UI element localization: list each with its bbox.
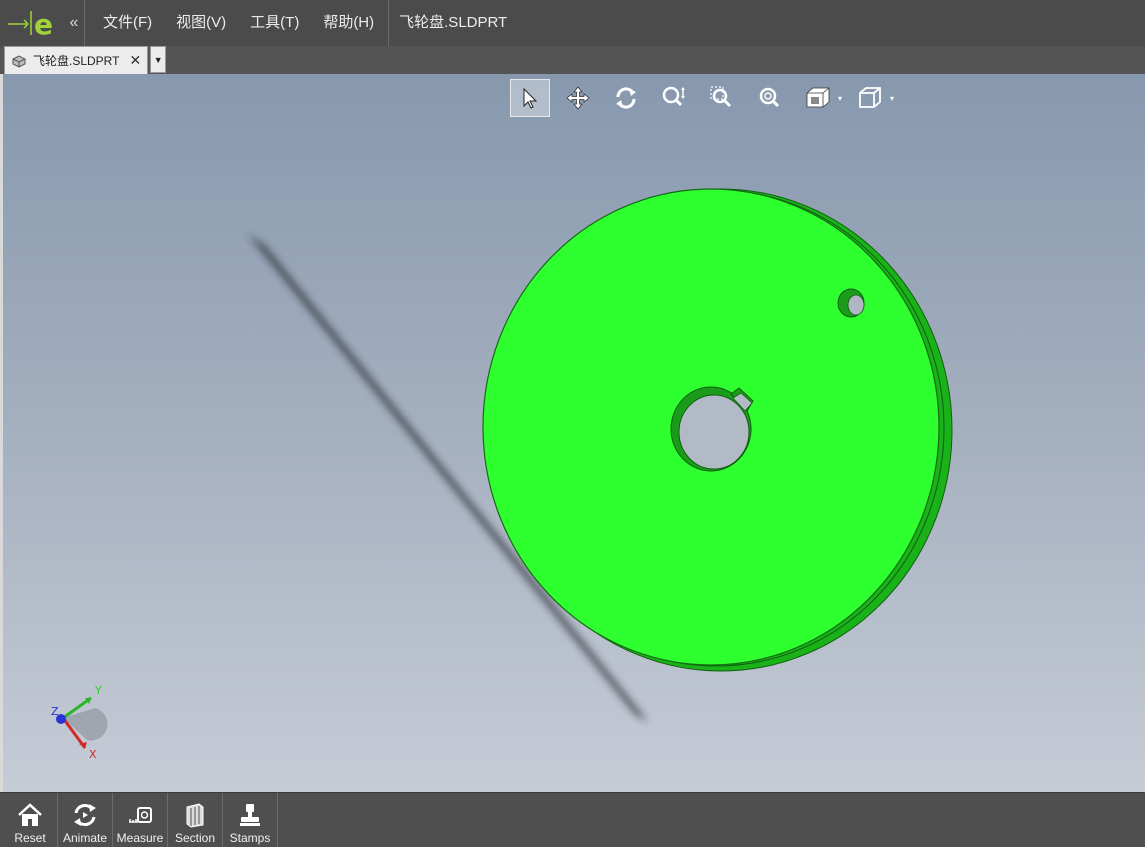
reset-button[interactable]: Reset — [3, 793, 58, 847]
edrawings-window: e « 文件(F) 视图(V) 工具(T) 帮助(H) 飞轮盘.SLDPRT 飞… — [0, 0, 1145, 847]
zoom-tool-button[interactable] — [654, 79, 694, 117]
reset-label: Reset — [14, 831, 46, 845]
tab-close-icon[interactable]: ✕ — [129, 52, 141, 69]
measure-button[interactable]: Measure — [113, 793, 168, 847]
zoom-fit-tool-button[interactable] — [750, 79, 790, 117]
section-icon — [186, 803, 204, 828]
section-label: Section — [174, 831, 216, 845]
tab-document[interactable]: 飞轮盘.SLDPRT ✕ — [4, 46, 149, 74]
view-orientation-dropdown[interactable]: ▾ — [838, 94, 842, 103]
select-tool-button[interactable] — [510, 79, 550, 117]
view-toolbar: ▾ ▾ — [510, 78, 902, 118]
triad-x-label: X — [89, 748, 97, 761]
pan-icon — [566, 86, 590, 110]
display-style-dropdown[interactable]: ▾ — [890, 94, 894, 103]
bottom-toolbar: Reset Animate Measure Section Stamps — [0, 792, 1145, 847]
edrawings-logo-icon: e — [8, 8, 53, 39]
stamps-button[interactable]: Stamps — [223, 793, 278, 847]
menu-divider — [388, 0, 390, 46]
stamps-label: Stamps — [229, 831, 271, 845]
app-logo[interactable]: e — [0, 0, 64, 46]
display-style-button[interactable] — [850, 79, 890, 117]
document-title: 飞轮盘.SLDPRT — [399, 14, 508, 31]
zoom-window-icon — [710, 86, 732, 108]
menu-help[interactable]: 帮助(H) — [311, 0, 386, 46]
stamps-icon — [240, 804, 260, 826]
orientation-triad: Y Z X — [51, 684, 108, 761]
view-orientation-button[interactable] — [798, 79, 838, 117]
tab-list-dropdown[interactable]: ▼ — [150, 46, 167, 73]
3d-viewport[interactable]: ▾ ▾ Y Z X — [3, 74, 1145, 792]
menu-view[interactable]: 视图(V) — [164, 0, 238, 46]
menu-tools[interactable]: 工具(T) — [238, 0, 311, 46]
animate-button[interactable]: Animate — [58, 793, 113, 847]
home-icon — [18, 803, 42, 826]
rotate-tool-button[interactable] — [606, 79, 646, 117]
menubar: e « 文件(F) 视图(V) 工具(T) 帮助(H) 飞轮盘.SLDPRT — [0, 0, 1145, 47]
animate-icon — [74, 804, 96, 826]
pan-tool-button[interactable] — [558, 79, 598, 117]
display-style-icon — [859, 87, 881, 108]
collapse-menu-icon[interactable]: « — [64, 0, 85, 46]
small-hole — [847, 294, 865, 316]
main-menu: 文件(F) 视图(V) 工具(T) 帮助(H) 飞轮盘.SLDPRT — [85, 0, 507, 46]
zoom-icon — [662, 86, 685, 107]
menu-file[interactable]: 文件(F) — [91, 0, 164, 46]
model-scene — [248, 188, 953, 722]
triad-z-label: Z — [51, 705, 59, 718]
center-bore-hole — [678, 394, 750, 470]
measure-icon — [129, 807, 152, 823]
rotate-icon — [616, 87, 636, 109]
document-tab-bar: 飞轮盘.SLDPRT ✕ ▼ — [0, 46, 1145, 74]
view-orientation-icon — [806, 87, 830, 108]
animate-label: Animate — [62, 831, 108, 845]
select-icon — [523, 87, 538, 109]
zoom-fit-icon — [759, 87, 780, 108]
zoom-window-tool-button[interactable] — [702, 79, 742, 117]
part-file-icon — [12, 54, 26, 68]
triad-y-label: Y — [94, 684, 102, 697]
section-button[interactable]: Section — [168, 793, 223, 847]
tab-document-label: 飞轮盘.SLDPRT — [33, 54, 120, 68]
measure-label: Measure — [116, 831, 164, 845]
svg-text:e: e — [34, 8, 53, 39]
